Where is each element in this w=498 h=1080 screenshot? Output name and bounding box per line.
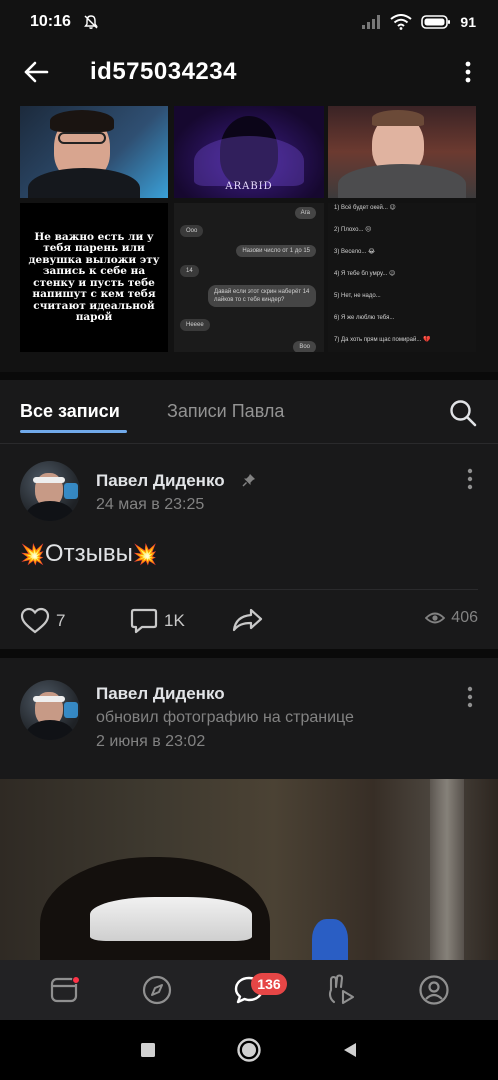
tile-caption: ARABID [225, 181, 273, 192]
wall-tabs: Все записи Записи Павла [0, 380, 498, 444]
top-app-bar: id575034234 [0, 44, 498, 100]
nav-messages[interactable]: 136 [229, 970, 287, 1010]
list-line: 7) Да хоть прям щас помирай... 💔 [334, 337, 431, 343]
home-icon[interactable] [236, 1037, 262, 1063]
section-divider [0, 372, 498, 380]
comment-icon [130, 608, 158, 634]
arrow-left-icon [24, 61, 49, 83]
chat-bubble: Ага [294, 207, 316, 219]
back-button[interactable] [20, 56, 52, 88]
status-icons: 91 [361, 14, 476, 30]
chat-bubble: Нееее [180, 319, 210, 331]
active-tab-indicator [20, 430, 127, 433]
page-title: id575034234 [90, 58, 237, 85]
meme-text: Не важно есть ли у тебя парень или девуш… [28, 230, 160, 323]
nav-discover[interactable] [137, 970, 177, 1010]
bell-off-icon [84, 15, 98, 29]
heart-icon [20, 607, 50, 634]
like-count: 7 [56, 611, 66, 630]
post-action: обновил фотографию на странице [96, 709, 354, 726]
collision-emoji: 💥 [20, 544, 45, 566]
profile-icon [419, 975, 449, 1005]
battery-percent: 91 [460, 14, 476, 30]
share-icon [232, 608, 263, 632]
photo-tile[interactable]: Не важно есть ли у тебя парень или девуш… [20, 203, 168, 352]
post-text-body: Отзывы [44, 540, 133, 567]
status-time: 10:16 [30, 13, 71, 30]
messages-badge: 136 [250, 973, 287, 995]
list-line: 5) Нет, не надо... [334, 293, 381, 299]
search-icon[interactable] [448, 398, 478, 428]
photo-tile[interactable]: 1) Всё будет окей... 😉 2) Плохо... 😔 3) … [328, 203, 476, 352]
wifi-icon [390, 14, 413, 30]
comment-count: 1K [164, 611, 185, 630]
post-photo[interactable] [0, 779, 498, 960]
photo-tile[interactable]: ARABID [174, 106, 324, 198]
view-count-value: 406 [451, 609, 478, 626]
tab-pavel-posts[interactable]: Записи Павла [167, 401, 284, 422]
photo-tile[interactable] [20, 106, 168, 198]
chat-bubble: Назови число от 1 до 15 [236, 245, 316, 257]
chat-bubble: Ооо [180, 225, 204, 237]
list-line: 2) Плохо... 😔 [334, 227, 372, 233]
list-line: 1) Всё будет окей... 😉 [334, 205, 396, 211]
share-button[interactable] [232, 607, 264, 633]
more-vertical-icon [465, 61, 471, 83]
eye-icon [425, 612, 446, 624]
recents-icon[interactable] [139, 1041, 157, 1059]
post-date: 2 июня в 23:02 [96, 733, 206, 750]
chat-bubble: Давай если этот скрин наберёт 14 лайков … [208, 285, 316, 307]
collision-emoji: 💥 [132, 544, 158, 566]
avatar[interactable] [20, 461, 80, 521]
photo-tile[interactable] [328, 106, 476, 198]
more-vertical-icon[interactable] [464, 466, 476, 492]
post-divider [20, 589, 478, 590]
status-bar: 10:16 91 [0, 0, 498, 44]
avatar[interactable] [20, 680, 80, 740]
battery-icon [421, 15, 451, 29]
clips-icon [329, 974, 355, 1005]
bottom-navigation: 136 [0, 960, 498, 1020]
photo-gallery: ARABID Не важно есть ли у тебя парень ил… [0, 100, 498, 372]
post-text: 💥Отзывы💥 [20, 540, 158, 568]
chat-bubble: 14 [180, 265, 199, 277]
more-vertical-icon[interactable] [464, 684, 476, 710]
list-line: 6) Я же люблю тебя... [334, 315, 395, 321]
like-button[interactable]: 7 [20, 607, 65, 635]
comment-button[interactable]: 1K [130, 607, 185, 635]
post-author[interactable]: Павел Диденко [96, 471, 225, 491]
tab-all-posts[interactable]: Все записи [20, 401, 120, 422]
back-triangle-icon[interactable] [341, 1041, 359, 1059]
nav-clips[interactable] [321, 970, 361, 1010]
more-menu-button[interactable] [454, 56, 482, 88]
photo-tile[interactable]: Ага Ооо Назови число от 1 до 15 14 Давай… [174, 203, 324, 352]
chat-bubble: Воо [293, 341, 316, 352]
post-author[interactable]: Павел Диденко [96, 684, 225, 704]
wall-post: Павел Диденко 24 мая в 23:25 💥Отзывы💥 7 … [0, 444, 498, 649]
signal-icon [362, 15, 381, 29]
list-line: 4) Я тебе бл умру... 😉 [334, 271, 396, 277]
nav-news[interactable] [44, 970, 84, 1010]
compass-icon [142, 975, 171, 1005]
pin-icon [242, 474, 255, 487]
list-line: 3) Весело... 😂 [334, 249, 376, 255]
post-date: 24 мая в 23:25 [96, 496, 205, 513]
view-count: 406 [425, 609, 478, 627]
system-navigation-bar [0, 1020, 498, 1080]
nav-profile[interactable] [414, 970, 454, 1010]
